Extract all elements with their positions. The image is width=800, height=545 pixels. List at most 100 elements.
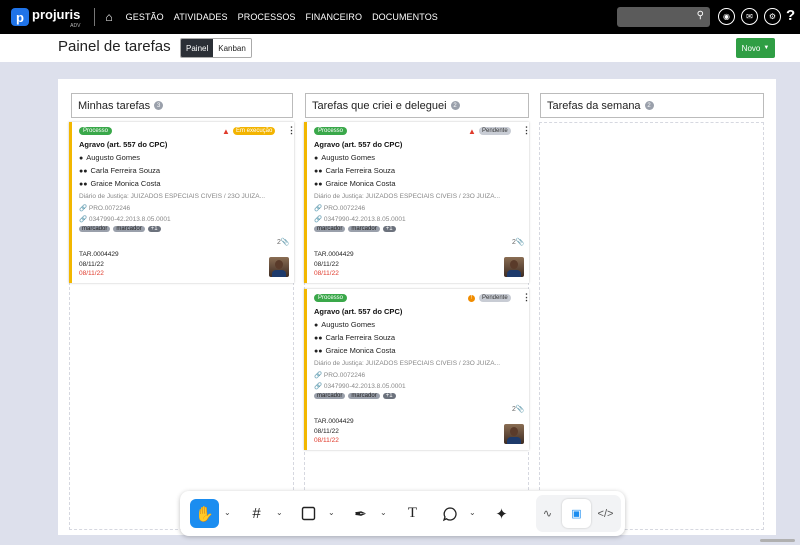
process-number: 0347990-42.2013.8.05.0001 bbox=[323, 216, 406, 223]
caret-down-icon: ▼ bbox=[763, 45, 770, 51]
brand-sub: ADV bbox=[70, 22, 81, 29]
paperclip-icon: 📎 bbox=[515, 406, 525, 413]
globe-icon[interactable]: ◉ bbox=[718, 8, 735, 25]
tag-more[interactable]: +1 bbox=[382, 226, 396, 232]
participant-name: Carla Ferreira Souza bbox=[325, 166, 396, 175]
process-number: 0347990-42.2013.8.05.0001 bbox=[88, 216, 171, 223]
user-icon: ● bbox=[314, 322, 319, 329]
horizontal-scrollbar[interactable] bbox=[760, 539, 795, 542]
new-task-label: Novo bbox=[741, 43, 761, 53]
process-row: 🔗 0347990-42.2013.8.05.0001 bbox=[79, 215, 171, 223]
participant-row: ●● Carla Ferreira Souza bbox=[79, 166, 160, 175]
participant-name: Carla Ferreira Souza bbox=[90, 166, 161, 175]
task-code: TAR.0004429 bbox=[314, 418, 354, 425]
home-icon[interactable]: ⌂ bbox=[105, 10, 112, 24]
task-card[interactable]: Processo ▲ Pendente ⋮ Agravo (art. 557 d… bbox=[304, 122, 531, 283]
attachments-count: 2📎 bbox=[512, 238, 525, 246]
nav-item-financeiro[interactable]: FINANCEIRO bbox=[306, 12, 363, 22]
column-title: Tarefas da semana bbox=[547, 99, 641, 112]
ai-tool-icon[interactable]: ✦ bbox=[487, 499, 516, 528]
view-painel-button[interactable]: Painel bbox=[181, 39, 214, 57]
diario-text: Diário de Justiça: JUIZADOS ESPECIAIS CI… bbox=[314, 360, 501, 367]
start-date: 08/11/22 bbox=[314, 428, 339, 435]
tag[interactable]: marcador bbox=[79, 226, 111, 232]
owner-row: ● Augusto Gomes bbox=[314, 153, 375, 162]
text-tool-icon[interactable]: T bbox=[398, 499, 427, 528]
more-options-icon[interactable]: ⋮ bbox=[522, 292, 531, 303]
start-date: 08/11/22 bbox=[79, 261, 104, 268]
dev-mode-icon[interactable]: </> bbox=[591, 499, 620, 528]
pro-row: 🔗 PRO.0072246 bbox=[314, 371, 365, 379]
users-icon: ●● bbox=[314, 181, 323, 188]
more-options-icon[interactable]: ⋮ bbox=[287, 125, 296, 136]
top-navbar: p projuris ADV ⌂ GESTÃO ATIVIDADES PROCE… bbox=[0, 0, 800, 34]
tags-row: marcador marcador +1 bbox=[79, 225, 164, 232]
comment-tool-icon[interactable] bbox=[435, 499, 464, 528]
process-number: 0347990-42.2013.8.05.0001 bbox=[323, 383, 406, 390]
nav-item-gestao[interactable]: GESTÃO bbox=[126, 12, 164, 22]
new-task-button[interactable]: Novo ▼ bbox=[736, 38, 775, 58]
search-icon[interactable]: ⚲ bbox=[697, 10, 704, 21]
tag[interactable]: marcador bbox=[314, 226, 346, 232]
tag[interactable]: marcador bbox=[113, 226, 145, 232]
tag-more[interactable]: +1 bbox=[382, 393, 396, 399]
search-input[interactable]: ⚲ bbox=[617, 7, 710, 27]
mail-icon[interactable]: ✉ bbox=[741, 8, 758, 25]
owner-row: ● Augusto Gomes bbox=[314, 320, 375, 329]
diario-text: Diário de Justiça: JUIZADOS ESPECIAIS CI… bbox=[314, 193, 501, 200]
owner-row: ● Augusto Gomes bbox=[79, 153, 140, 162]
process-row: 🔗 0347990-42.2013.8.05.0001 bbox=[314, 215, 406, 223]
page-title: Painel de tarefas bbox=[58, 38, 171, 55]
column-title: Tarefas que criei e deleguei bbox=[312, 99, 447, 112]
owner-name: Augusto Gomes bbox=[86, 153, 141, 162]
chevron-down-icon[interactable]: ⌄ bbox=[469, 508, 476, 517]
link-icon: 🔗 bbox=[314, 383, 323, 390]
tag[interactable]: marcador bbox=[348, 226, 380, 232]
tag-more[interactable]: +1 bbox=[147, 226, 161, 232]
column-dropzone-semana[interactable] bbox=[539, 122, 764, 530]
attachments-count: 2📎 bbox=[277, 238, 290, 246]
frame-tool-icon[interactable]: # bbox=[242, 499, 271, 528]
paperclip-icon: 📎 bbox=[515, 239, 525, 246]
participant-name: Graice Monica Costa bbox=[325, 346, 396, 355]
design-mode-icon[interactable]: ▣ bbox=[562, 499, 591, 528]
chevron-down-icon[interactable]: ⌄ bbox=[224, 508, 231, 517]
shape-tool-icon[interactable] bbox=[294, 499, 323, 528]
view-toggle: Painel Kanban bbox=[180, 38, 252, 58]
tag[interactable]: marcador bbox=[348, 393, 380, 399]
users-icon: ●● bbox=[314, 335, 323, 342]
process-badge: Processo bbox=[314, 294, 348, 302]
column-count: 3 bbox=[154, 101, 164, 110]
square-glyph bbox=[301, 506, 316, 521]
chevron-down-icon[interactable]: ⌄ bbox=[276, 508, 283, 517]
nav-item-documentos[interactable]: DOCUMENTOS bbox=[372, 12, 438, 22]
help-icon[interactable]: ? bbox=[786, 7, 795, 24]
tag[interactable]: marcador bbox=[314, 393, 346, 399]
status-badge: Pendente bbox=[479, 127, 511, 135]
participant-name: Graice Monica Costa bbox=[325, 179, 396, 188]
nav-item-processos[interactable]: PROCESSOS bbox=[238, 12, 296, 22]
more-options-icon[interactable]: ⋮ bbox=[522, 125, 531, 136]
link-icon: 🔗 bbox=[314, 372, 323, 379]
attachments-count: 2📎 bbox=[512, 405, 525, 413]
view-kanban-button[interactable]: Kanban bbox=[213, 39, 251, 57]
projuris-logo[interactable]: p projuris ADV bbox=[11, 6, 80, 29]
link-icon: 🔗 bbox=[314, 216, 323, 223]
gear-icon[interactable]: ⚙ bbox=[764, 8, 781, 25]
nav-item-atividades[interactable]: ATIVIDADES bbox=[174, 12, 228, 22]
users-icon: ●● bbox=[314, 348, 323, 355]
draw-mode-icon[interactable]: ∿ bbox=[533, 499, 562, 528]
link-icon: 🔗 bbox=[79, 216, 88, 223]
participant-row: ●● Graice Monica Costa bbox=[314, 179, 396, 188]
hand-tool-icon[interactable]: ✋ bbox=[190, 499, 219, 528]
pen-tool-icon[interactable]: ✒ bbox=[346, 499, 375, 528]
task-card[interactable]: Processo ▲ Em execução ⋮ Agravo (art. 55… bbox=[69, 122, 296, 283]
alert-dot-icon: ! bbox=[468, 295, 475, 302]
diario-text: Diário de Justiça: JUIZADOS ESPECIAIS CI… bbox=[79, 193, 266, 200]
user-icon: ● bbox=[314, 155, 319, 162]
chevron-down-icon[interactable]: ⌄ bbox=[328, 508, 335, 517]
task-card[interactable]: Processo ! Pendente ⋮ Agravo (art. 557 d… bbox=[304, 289, 531, 450]
avatar bbox=[504, 424, 524, 444]
paperclip-icon: 📎 bbox=[280, 239, 290, 246]
chevron-down-icon[interactable]: ⌄ bbox=[380, 508, 387, 517]
